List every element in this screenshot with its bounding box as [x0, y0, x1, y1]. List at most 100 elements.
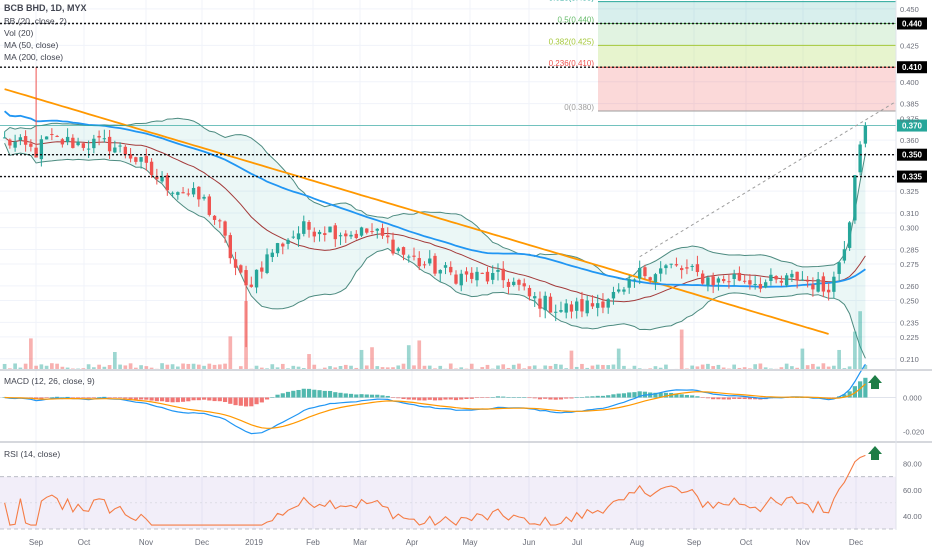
- macd-hist: [732, 397, 737, 399]
- volume-bar: [86, 364, 91, 369]
- volume-bar: [207, 363, 212, 369]
- candle-body: [317, 231, 322, 235]
- candle-body: [753, 283, 757, 285]
- date-tick-label: Nov: [796, 538, 810, 547]
- candle-body: [632, 279, 637, 281]
- candle-body: [44, 136, 49, 140]
- candle-body: [370, 231, 374, 233]
- macd-hist: [448, 397, 453, 400]
- volume-bar: [385, 367, 390, 369]
- candle-body: [758, 283, 763, 289]
- candle-body: [233, 259, 238, 268]
- volume-bar: [595, 364, 600, 369]
- volume-bar: [543, 365, 548, 369]
- volume-bar: [8, 368, 12, 369]
- volume-bar: [832, 365, 836, 369]
- candle-body: [816, 279, 820, 292]
- candle-body: [344, 233, 348, 237]
- macd-hist: [553, 397, 558, 400]
- candle-body: [533, 296, 537, 299]
- volume-bar: [275, 367, 280, 369]
- volume-bar: [417, 340, 422, 369]
- volume-bar: [721, 367, 726, 369]
- candle-body: [800, 279, 805, 281]
- date-tick-label: Aug: [630, 538, 644, 547]
- volume-bar: [44, 365, 49, 369]
- macd-hist: [317, 390, 322, 398]
- chart-canvas[interactable]: 0(0.380)0.236(0.410)0.382(0.425)0.5(0.44…: [0, 0, 932, 550]
- macd-hist: [716, 397, 721, 400]
- candle-body: [244, 270, 248, 286]
- volume-bar: [485, 364, 490, 369]
- fib-zone: [598, 1, 896, 24]
- date-tick-label: Sep: [687, 538, 702, 547]
- macd-hist: [333, 392, 338, 398]
- macd-hist: [501, 396, 506, 398]
- legend-bb: BB (20, close, 2): [4, 16, 67, 26]
- macd-hist: [123, 397, 128, 399]
- macd-hist: [254, 397, 259, 405]
- volume-bar: [29, 338, 33, 369]
- candle-body: [769, 274, 773, 281]
- macd-hist: [264, 397, 270, 400]
- macd-hist: [453, 397, 459, 401]
- volume-bar: [265, 368, 269, 369]
- candle-body: [296, 233, 301, 240]
- candle-body: [727, 281, 731, 283]
- volume-bar: [223, 363, 227, 369]
- volume-bar: [123, 365, 128, 369]
- candle-body: [134, 157, 138, 162]
- macd-hist: [243, 397, 249, 407]
- candle-body: [601, 301, 605, 308]
- volume-bar: [144, 366, 149, 369]
- candle-body: [18, 137, 23, 141]
- macd-hist: [611, 394, 616, 398]
- volume-bar: [364, 365, 369, 369]
- macd-hist: [690, 395, 695, 398]
- candle-body: [543, 295, 547, 311]
- candle-body: [826, 289, 831, 293]
- macd-hist: [322, 390, 327, 398]
- candle-body: [475, 271, 479, 281]
- volume-bar: [501, 364, 506, 369]
- volume-bar: [763, 367, 768, 369]
- candle-body: [522, 283, 526, 287]
- macd-hist: [700, 397, 705, 398]
- volume-bar: [842, 368, 847, 369]
- macd-hist: [180, 397, 186, 402]
- candle-body: [396, 248, 400, 252]
- candle-body: [333, 225, 337, 240]
- candle-body: [496, 269, 500, 272]
- candle-body: [375, 228, 379, 231]
- candle-body: [165, 175, 170, 191]
- macd-up-arrow-icon[interactable]: [868, 375, 882, 389]
- volume-bar: [50, 363, 54, 369]
- candle-body: [365, 228, 369, 233]
- volume-bar: [574, 366, 579, 369]
- macd-hist: [201, 397, 207, 400]
- volume-bar: [601, 364, 605, 369]
- candle-body: [732, 273, 736, 280]
- volume-bar: [113, 352, 117, 369]
- date-tick-label: Dec: [195, 538, 209, 547]
- rsi-up-arrow-icon[interactable]: [868, 446, 882, 460]
- candle-body: [139, 157, 143, 162]
- candle-body: [302, 221, 306, 234]
- macd-hist: [369, 394, 375, 398]
- candle-body: [679, 268, 684, 271]
- candle-body: [627, 279, 631, 288]
- candle-body: [176, 192, 180, 195]
- volume-bar: [202, 365, 206, 369]
- volume-bar: [2, 363, 7, 369]
- macd-hist: [312, 389, 317, 398]
- macd-hist: [711, 397, 716, 400]
- date-tick-label: Dec: [849, 538, 863, 547]
- volume-bar: [307, 354, 311, 369]
- candle-body: [239, 265, 243, 273]
- legend-vol: Vol (20): [4, 28, 33, 38]
- candle-body: [774, 276, 778, 280]
- candle-body: [795, 271, 799, 281]
- macd-hist: [385, 395, 390, 398]
- macd-hist: [285, 391, 291, 398]
- candle-body: [559, 310, 563, 312]
